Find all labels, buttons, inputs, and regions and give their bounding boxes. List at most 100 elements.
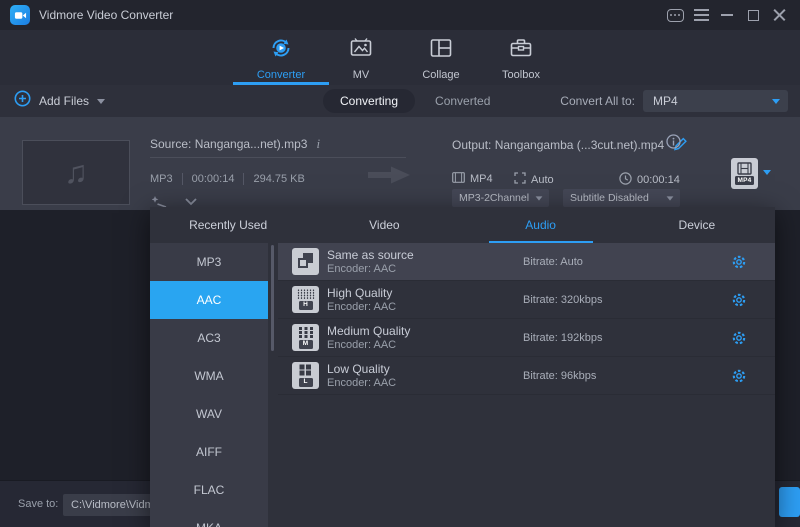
high-quality-icon: H	[292, 286, 319, 313]
tab-converted[interactable]: Converted	[435, 94, 490, 108]
profile-row-same-as-source[interactable]: Same as source Encoder: AAC Bitrate: Aut…	[278, 243, 775, 281]
profile-name: Medium Quality	[327, 324, 523, 338]
feedback-icon[interactable]	[662, 0, 688, 30]
profile-row-medium-quality[interactable]: M Medium Quality Encoder: AAC Bitrate: 1…	[278, 319, 775, 357]
converter-icon	[268, 35, 294, 66]
tab-video[interactable]: Video	[306, 207, 462, 243]
chevron-down-icon	[97, 99, 105, 104]
subtitle-select[interactable]: Subtitle Disabled	[563, 189, 680, 207]
chevron-down-icon	[536, 196, 543, 200]
settings-gear-icon[interactable]	[731, 254, 747, 270]
format-item-ac3[interactable]: AC3	[150, 319, 268, 357]
source-size: 294.75 KB	[244, 173, 313, 185]
add-files-icon	[14, 90, 31, 112]
profile-row-low-quality[interactable]: L Low Quality Encoder: AAC Bitrate: 96kb…	[278, 357, 775, 395]
convert-all-label: Convert All to:	[560, 94, 635, 108]
file-thumbnail: ♫	[22, 140, 130, 205]
mv-icon	[348, 35, 374, 66]
tab-converting[interactable]: Converting	[323, 89, 415, 113]
quality-badge: H	[299, 301, 313, 310]
format-item-wav[interactable]: WAV	[150, 395, 268, 433]
convert-all-value: MP4	[643, 94, 678, 108]
tab-toolbox[interactable]: Toolbox	[481, 30, 561, 85]
tab-device[interactable]: Device	[619, 207, 775, 243]
clock-icon	[619, 172, 632, 188]
output-duration-group: 00:00:14	[619, 172, 680, 188]
divider	[150, 157, 406, 158]
chevron-down-icon[interactable]	[763, 170, 771, 175]
format-item-flac[interactable]: FLAC	[150, 471, 268, 509]
subtitle-value: Subtitle Disabled	[563, 192, 649, 204]
format-sidebar: MP3 AAC AC3 WMA WAV AIFF FLAC MKA	[150, 243, 268, 527]
scrollbar-thumb[interactable]	[271, 245, 274, 351]
settings-gear-icon[interactable]	[731, 292, 747, 308]
maximize-icon[interactable]	[740, 0, 766, 30]
settings-gear-icon[interactable]	[731, 330, 747, 346]
source-format: MP3	[150, 173, 183, 185]
profile-bitrate: Bitrate: 320kbps	[523, 294, 693, 306]
tab-audio[interactable]: Audio	[463, 207, 619, 243]
profile-bitrate: Bitrate: 192kbps	[523, 332, 693, 344]
sidebar-scrollbar[interactable]	[268, 243, 278, 527]
music-note-icon: ♫	[64, 154, 88, 191]
convert-all-group: Convert All to: MP4	[560, 90, 788, 112]
menu-icon[interactable]	[688, 0, 714, 30]
tab-converter[interactable]: Converter	[241, 30, 321, 85]
close-icon[interactable]	[766, 0, 792, 30]
queue-tabs: Converting Converted	[323, 89, 490, 113]
format-item-mka[interactable]: MKA	[150, 509, 268, 527]
source-meta: MP3 00:00:14 294.75 KB	[150, 173, 314, 185]
source-info-icon[interactable]: i	[316, 136, 320, 151]
tab-collage-label: Collage	[422, 69, 459, 81]
profile-bitrate: Bitrate: 96kbps	[523, 370, 693, 382]
format-item-aac[interactable]: AAC	[150, 281, 268, 319]
add-files-button[interactable]: Add Files	[14, 85, 105, 117]
toolbox-icon	[508, 35, 534, 66]
source-duration: 00:00:14	[183, 173, 245, 185]
output-format-button[interactable]: MP4	[731, 158, 758, 189]
format-picker-tabs: Recently Used Video Audio Device	[150, 207, 775, 243]
profile-encoder: Encoder: AAC	[327, 377, 523, 390]
profile-bitrate: Bitrate: Auto	[523, 256, 693, 268]
audio-channel-value: MP3-2Channel	[452, 192, 529, 204]
filmstrip-icon	[737, 162, 752, 175]
settings-gear-icon[interactable]	[731, 368, 747, 384]
info-circle-icon[interactable]	[666, 134, 681, 154]
output-resolution-group: Auto	[514, 172, 554, 187]
chevron-down-icon	[667, 196, 674, 200]
tab-converter-label: Converter	[257, 69, 305, 81]
output-format: MP4	[470, 173, 493, 185]
quality-badge: M	[299, 340, 313, 349]
convert-all-button[interactable]	[779, 487, 800, 517]
same-as-source-icon	[292, 248, 319, 275]
file-row[interactable]: ♫ Source: Nanganga...net).mp3i MP3 00:00…	[0, 117, 800, 210]
output-name: Output: Nangangamba (...3cut.net).mp4	[452, 136, 688, 154]
window-controls	[662, 0, 800, 30]
audio-channel-select[interactable]: MP3-2Channel	[452, 189, 549, 207]
format-item-aiff[interactable]: AIFF	[150, 433, 268, 471]
tab-mv-label: MV	[353, 69, 370, 81]
window-title: Vidmore Video Converter	[39, 8, 173, 22]
profile-row-high-quality[interactable]: H High Quality Encoder: AAC Bitrate: 320…	[278, 281, 775, 319]
format-item-mp3[interactable]: MP3	[150, 243, 268, 281]
save-to-label: Save to:	[18, 498, 58, 510]
convert-all-select[interactable]: MP4	[643, 90, 788, 112]
arrow-right-icon	[368, 164, 412, 191]
tab-mv[interactable]: MV	[321, 30, 401, 85]
quality-badge: L	[299, 378, 313, 387]
profile-name: High Quality	[327, 286, 523, 300]
low-quality-icon: L	[292, 362, 319, 389]
collage-icon	[428, 35, 454, 66]
tab-collage[interactable]: Collage	[401, 30, 481, 85]
tab-recently-used[interactable]: Recently Used	[150, 207, 306, 243]
tab-toolbox-label: Toolbox	[502, 69, 540, 81]
format-item-wma[interactable]: WMA	[150, 357, 268, 395]
app-logo-icon	[10, 5, 30, 25]
format-badge: MP4	[735, 176, 754, 185]
format-picker-popup: Recently Used Video Audio Device MP3 AAC…	[150, 207, 775, 527]
minimize-icon[interactable]	[714, 0, 740, 30]
profile-list: Same as source Encoder: AAC Bitrate: Aut…	[278, 243, 775, 527]
profile-encoder: Encoder: AAC	[327, 263, 523, 276]
toolbar: Add Files Converting Converted Convert A…	[0, 85, 800, 117]
titlebar: Vidmore Video Converter	[0, 0, 800, 30]
